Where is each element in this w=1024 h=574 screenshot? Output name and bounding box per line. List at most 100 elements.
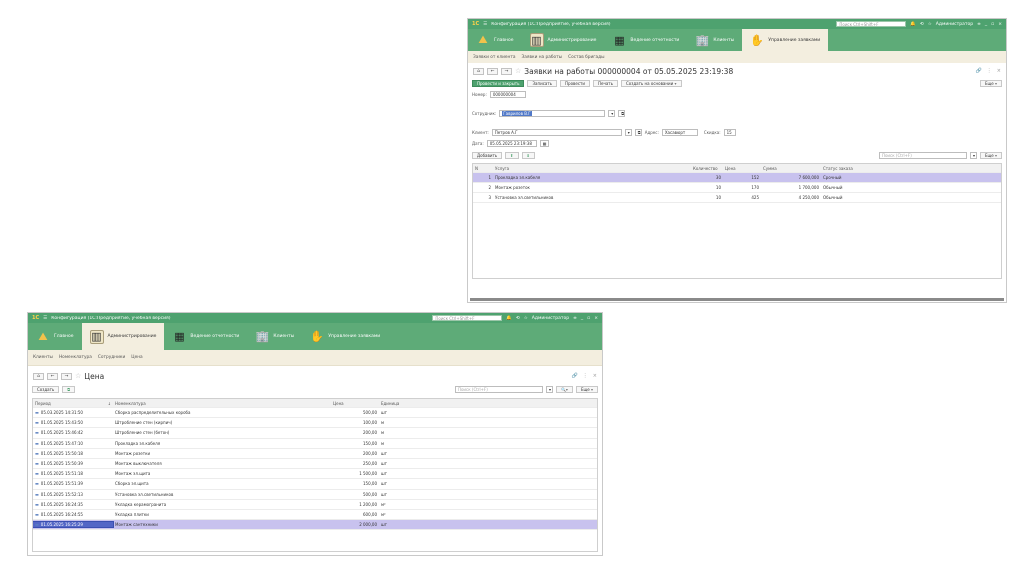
client-dropdown[interactable]: ▾ [624,128,632,136]
section-main[interactable]: ⛰ Главное [28,323,82,350]
number-field[interactable]: 000000004 [489,90,526,98]
move-up-icon[interactable]: ⬆ [505,152,519,159]
subnav-nomenclature[interactable]: Номенклатура [59,355,92,360]
section-administration[interactable]: ▥ Администрирование [522,29,605,51]
client-open-icon[interactable]: ⧉ [634,128,642,136]
section-reporting[interactable]: ▦ Ведение отчетности [164,323,247,350]
menu-icon[interactable]: ☰ [43,316,47,321]
close-icon[interactable]: × [998,22,1002,27]
horizontal-scrollbar[interactable] [470,298,1004,301]
col-price[interactable]: Цена [723,166,761,171]
subnav-client-requests[interactable]: Заявки от клиента [473,55,515,60]
add-row-button[interactable]: Добавить [472,152,503,159]
col-unit[interactable]: Единица [379,401,479,406]
table-row[interactable]: 1 Прокладка эл.кабеля 30 152 7 600,000 С… [473,173,1001,183]
col-qty[interactable]: Количество [691,166,723,171]
calendar-icon[interactable]: ▦ [539,139,549,147]
close-icon[interactable]: × [594,316,598,321]
create-button[interactable]: Создать [32,386,60,393]
col-sum[interactable]: Сумма [761,166,821,171]
home-nav-button[interactable]: ⌂ [33,372,44,380]
write-button[interactable]: Записать [527,79,558,87]
global-search-input[interactable]: Поиск Ctrl+Shift+F [836,21,907,27]
table-more-button[interactable]: Еще ▾ [979,152,1002,159]
favorite-star-icon[interactable]: ☆ [515,67,521,75]
bell-icon[interactable]: 🔔 [910,22,916,27]
table-search-input[interactable]: Поиск (Ctrl+F) [878,152,967,159]
section-clients[interactable]: 🏢 Клиенты [687,29,742,51]
more-button[interactable]: Еще ▾ [575,386,598,393]
copy-icon[interactable]: ⧉ [62,386,76,393]
col-n[interactable]: N [473,166,493,171]
user-name[interactable]: Администратор [936,22,973,27]
favorite-star-icon[interactable]: ☆ [75,372,81,380]
search-button[interactable]: 🔍 ▾ [555,386,573,393]
section-orders[interactable]: ✋ Управление заявками [742,29,829,51]
employee-dropdown[interactable]: ▾ [608,109,616,117]
section-main[interactable]: ⛰ Главное [468,29,522,51]
client-field[interactable]: Петров А.Г [491,128,622,136]
subnav-clients[interactable]: Клиенты [33,355,53,360]
table-row[interactable]: ▬ 01.05.2025 15:43:50 Штробление стен (кир… [33,418,597,429]
post-and-close-button[interactable]: Провести и закрыть [472,79,525,87]
col-period[interactable]: Период ↓ [33,401,113,406]
discount-field[interactable]: 15 [723,128,736,136]
search-dropdown[interactable]: ▾ [969,152,977,159]
link-icon[interactable]: 🔗 [572,373,578,379]
minimize-icon[interactable]: _ [581,316,583,321]
section-orders[interactable]: ✋ Управление заявками [302,323,388,350]
post-button[interactable]: Провести [560,79,590,87]
global-search-input[interactable]: Поиск Ctrl+Shift+F [432,315,503,321]
forward-button[interactable]: → [501,67,512,75]
col-price[interactable]: Цена [331,401,379,406]
favorites-star-icon[interactable]: ☆ [928,22,932,27]
employee-field[interactable]: Гаврилов В.Г [499,109,606,117]
settings-icon[interactable]: ≑ [977,22,981,27]
bell-icon[interactable]: 🔔 [506,316,512,321]
close-form-icon[interactable]: × [593,373,597,379]
list-search-input[interactable]: Поиск (Ctrl+F) [454,386,543,393]
col-service[interactable]: Услуга [493,166,691,171]
table-row[interactable]: ▬ 01.05.2025 15:51:18 Монтаж эл.щита 1 500,… [33,469,597,480]
table-row[interactable]: ▬ 01.05.2025 16:25:29 Монтаж сантехники 2 0… [33,520,597,531]
table-row[interactable]: ▬ 01.05.2025 15:47:10 Прокладка эл.кабеля 1… [33,439,597,449]
history-icon[interactable]: ⟲ [516,316,520,321]
section-administration[interactable]: ▥ Администрирование [81,323,165,350]
table-row[interactable]: ▬ 05.03.2025 14:31:50 Сборка распределител… [33,408,597,419]
subnav-work-requests[interactable]: Заявки на работы [521,55,562,60]
table-row[interactable]: 2 Монтаж розеток 10 170 1 700,000 Обычны… [473,183,1001,193]
move-down-icon[interactable]: ⬇ [521,152,535,159]
section-reporting[interactable]: ▦ Ведение отчетности [604,29,687,51]
user-name[interactable]: Администратор [532,316,569,321]
table-row[interactable]: ▬ 01.05.2025 15:46:42 Штробление стен (бет… [33,428,597,439]
maximize-icon[interactable]: ▫ [991,22,994,27]
forward-button[interactable]: → [61,372,72,380]
table-row[interactable]: ▬ 01.05.2025 16:24:55 Укладка плитки 600,00… [33,510,597,521]
link-icon[interactable]: 🔗 [976,68,982,74]
table-row[interactable]: ▬ 01.05.2025 15:50:39 Монтаж выключателя 25… [33,459,597,470]
close-form-icon[interactable]: × [997,68,1001,74]
home-nav-button[interactable]: ⌂ [473,67,484,75]
print-button[interactable]: Печать [593,79,618,87]
col-item[interactable]: Номенклатура [113,401,331,406]
table-row[interactable]: ▬ 01.05.2025 15:51:39 Сборка эл.щита 150,00… [33,479,597,490]
minimize-icon[interactable]: _ [985,22,987,27]
favorites-star-icon[interactable]: ☆ [524,316,528,321]
back-button[interactable]: ← [487,67,498,75]
address-field[interactable]: Хасавюрт [661,128,698,136]
search-dropdown[interactable]: ▾ [545,386,553,393]
more-vertical-icon[interactable]: ⋮ [583,373,588,379]
history-icon[interactable]: ⟲ [920,22,924,27]
col-status[interactable]: Статус заказа [821,166,941,171]
subnav-price[interactable]: Цена [131,355,142,360]
create-based-on-button[interactable]: Создать на основании ▾ [620,79,682,87]
more-button[interactable]: Еще ▾ [979,79,1002,87]
table-row[interactable]: 3 Установка эл.светильников 10 425 4 250… [473,193,1001,203]
menu-icon[interactable]: ☰ [483,22,487,27]
table-row[interactable]: ▬ 01.05.2025 16:24:35 Укладка керамогранит… [33,500,597,510]
table-row[interactable]: ▬ 01.05.2025 15:50:18 Монтаж розетки 200,00… [33,449,597,459]
table-row[interactable]: ▬ 01.05.2025 15:52:13 Установка эл.светиль… [33,490,597,500]
subnav-employees[interactable]: Сотрудники [98,355,125,360]
more-vertical-icon[interactable]: ⋮ [987,68,992,74]
section-clients[interactable]: 🏢 Клиенты [247,323,302,350]
